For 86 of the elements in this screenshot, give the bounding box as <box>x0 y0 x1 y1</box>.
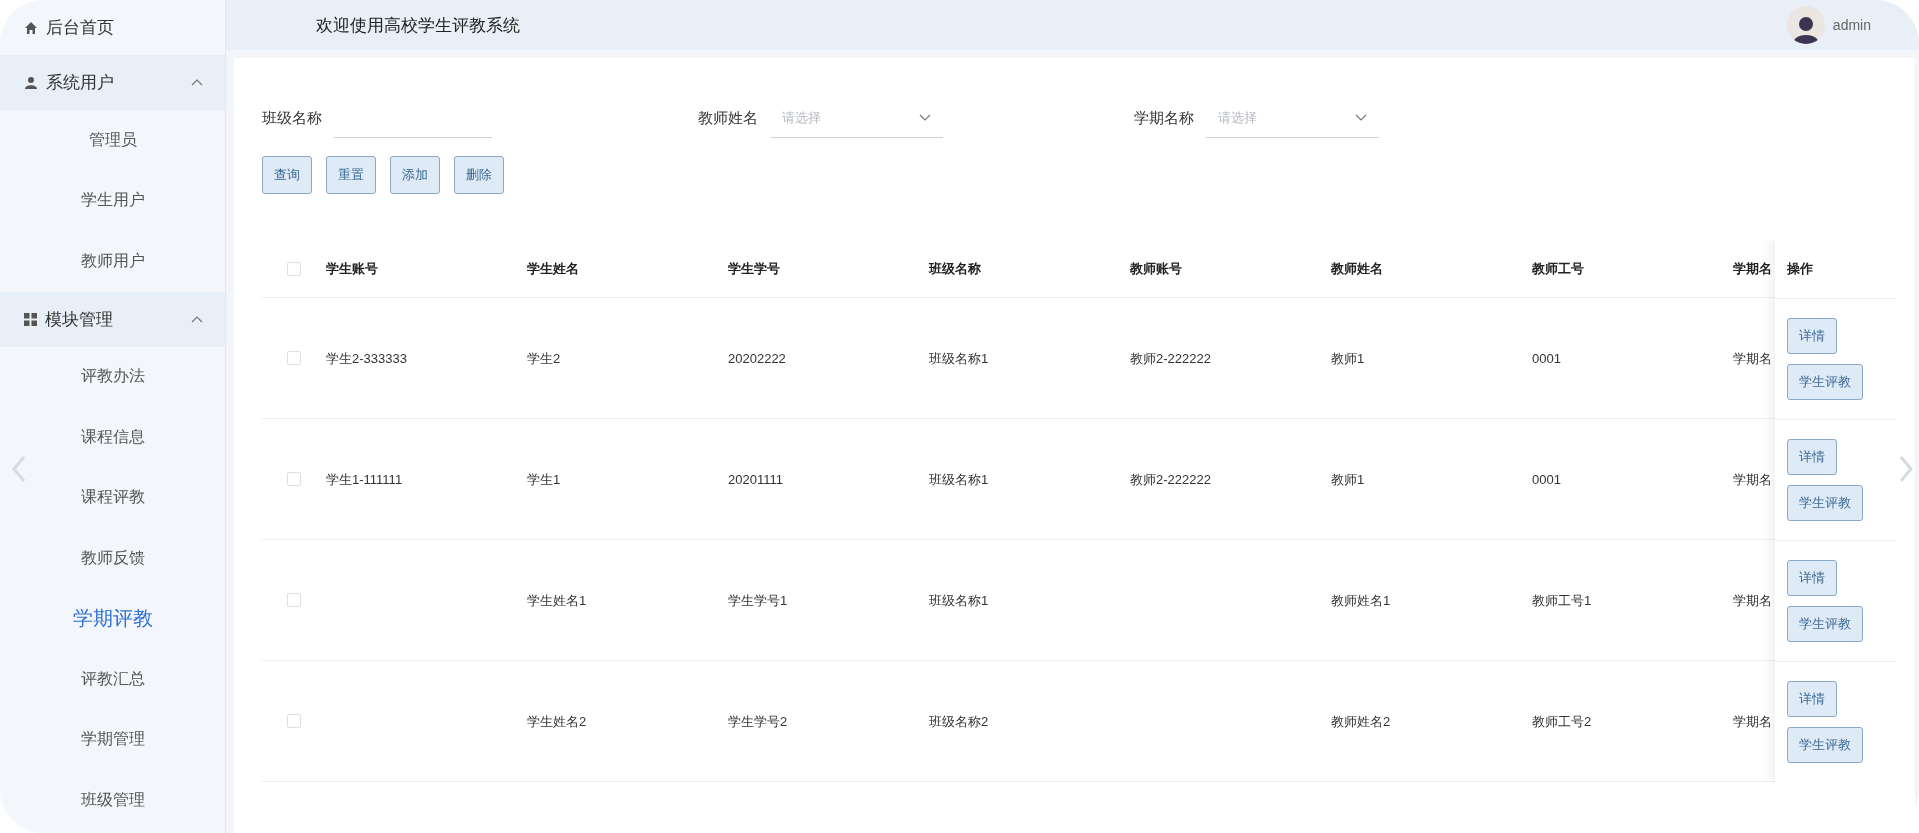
column-header: 教师账号 <box>1130 261 1182 276</box>
chevron-icon <box>191 315 203 323</box>
action-button[interactable]: 学生评教 <box>1787 364 1863 400</box>
table-cell: 学期名 <box>1733 350 1772 366</box>
toolbar-button[interactable]: 重置 <box>326 156 376 194</box>
action-button[interactable]: 学生评教 <box>1787 727 1863 763</box>
table-cell: 学生学号2 <box>728 713 788 729</box>
table-cell: 20202222 <box>728 351 786 366</box>
table-cell: 学生1 <box>527 471 561 487</box>
table-cell: 教师姓名2 <box>1331 713 1391 729</box>
column-header: 操作 <box>1787 260 1813 278</box>
filter-label: 学期名称 <box>1134 108 1194 128</box>
column-header: 学期名 <box>1733 261 1772 276</box>
table-cell: 教师1 <box>1331 471 1365 487</box>
filter-label: 教师姓名 <box>698 108 758 128</box>
table-cell: 班级名称1 <box>929 592 989 608</box>
table-cell: 教师2-222222 <box>1130 350 1211 366</box>
filter-label: 班级名称 <box>262 108 322 128</box>
toolbar-button[interactable]: 添加 <box>390 156 440 194</box>
sidebar-item[interactable]: 学期评教 <box>72 605 153 633</box>
column-header: 学生姓名 <box>527 261 579 276</box>
user-name[interactable]: admin <box>1832 17 1871 33</box>
row-checkbox[interactable] <box>287 714 301 728</box>
row-checkbox[interactable] <box>287 472 301 486</box>
table-cell: 学期名 <box>1733 592 1772 608</box>
sidebar-item[interactable]: 课程评教 <box>80 487 145 509</box>
welcome-title: 欢迎使用高校学生评教系统 <box>316 14 521 37</box>
table-cell: 班级名称2 <box>929 713 989 729</box>
toolbar-button[interactable]: 查询 <box>262 156 312 194</box>
table-cell: 学期名 <box>1733 713 1772 729</box>
sidebar-group[interactable]: 系统用户 <box>0 55 225 110</box>
sidebar-item[interactable]: 学生用户 <box>80 190 145 212</box>
table-cell: 20201111 <box>728 472 783 487</box>
table-cell: 0001 <box>1532 351 1561 366</box>
table-cell: 教师工号1 <box>1532 592 1592 608</box>
table-cell: 学生2-333333 <box>326 350 407 366</box>
table-cell: 教师姓名1 <box>1331 592 1391 608</box>
column-header: 班级名称 <box>929 261 981 276</box>
table-cell: 学生姓名2 <box>527 713 587 729</box>
table-cell: 0001 <box>1532 472 1561 487</box>
dropdown-icon <box>1355 114 1367 121</box>
table-cell: 学生2 <box>527 350 561 366</box>
action-button[interactable]: 学生评教 <box>1787 606 1863 642</box>
table-cell: 教师2-222222 <box>1130 471 1211 487</box>
table-cell: 班级名称1 <box>929 350 989 366</box>
action-button[interactable]: 详情 <box>1787 439 1837 475</box>
sidebar-item[interactable]: 学期管理 <box>80 729 145 751</box>
select-all-checkbox[interactable] <box>287 261 301 276</box>
sidebar-group[interactable]: 模块管理 <box>0 291 225 347</box>
user-silhouette-icon <box>1792 14 1819 44</box>
column-header: 学生学号 <box>728 261 780 276</box>
sidebar-item[interactable]: 评教汇总 <box>80 668 145 690</box>
user-icon <box>24 75 38 90</box>
table-cell: 教师工号2 <box>1532 713 1592 729</box>
home-icon <box>24 20 38 35</box>
toolbar-button[interactable]: 删除 <box>454 156 504 194</box>
table-cell: 学期名 <box>1733 471 1772 487</box>
row-checkbox[interactable] <box>287 351 301 365</box>
action-button[interactable]: 详情 <box>1787 318 1837 354</box>
dropdown-icon <box>919 114 931 121</box>
action-button[interactable]: 详情 <box>1787 560 1837 596</box>
group-label: 模块管理 <box>45 308 114 331</box>
table-cell: 学生姓名1 <box>527 592 587 608</box>
column-header: 学生账号 <box>326 261 378 276</box>
table-cell: 学生1-111111 <box>326 471 403 487</box>
row-checkbox[interactable] <box>287 593 301 607</box>
sidebar-item[interactable]: 班级管理 <box>80 789 145 811</box>
avatar[interactable] <box>1786 6 1825 44</box>
left-chevron-icon[interactable] <box>12 455 26 483</box>
sidebar-item[interactable]: 教师用户 <box>80 250 145 272</box>
column-header: 教师姓名 <box>1331 261 1383 276</box>
group-label: 系统用户 <box>46 72 115 94</box>
chevron-icon <box>191 79 203 86</box>
right-chevron-icon[interactable] <box>1899 455 1913 483</box>
sidebar-item[interactable]: 管理员 <box>88 129 137 151</box>
sidebar-item[interactable]: 教师反馈 <box>80 547 145 569</box>
table-cell: 班级名称1 <box>929 471 989 487</box>
table-cell: 教师1 <box>1331 350 1365 366</box>
action-button[interactable]: 详情 <box>1787 681 1837 717</box>
sidebar-item[interactable]: 课程信息 <box>80 426 145 448</box>
grid-icon <box>24 312 37 326</box>
action-button[interactable]: 学生评教 <box>1787 485 1863 521</box>
column-header: 教师工号 <box>1532 261 1584 276</box>
sidebar-item[interactable]: 评教办法 <box>80 366 145 388</box>
sidebar-item[interactable]: 后台首页 <box>0 0 225 55</box>
table-cell: 学生学号1 <box>728 592 788 608</box>
